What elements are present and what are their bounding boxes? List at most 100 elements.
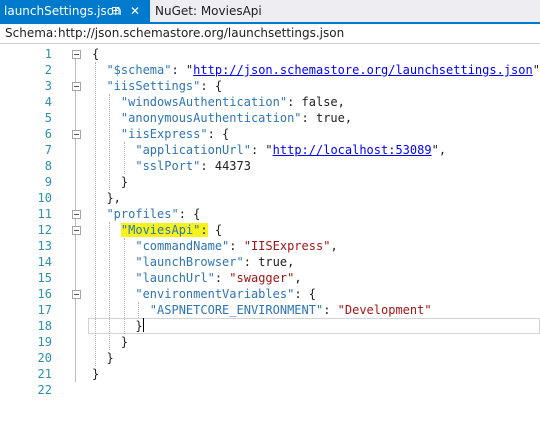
code-line[interactable]: 16 "environmentVariables": { <box>0 286 540 302</box>
tab-launch-settings[interactable]: launchSettings.json ⊟ ✕ <box>0 0 150 22</box>
code-line[interactable]: 8 "sslPort": 44373 <box>0 158 540 174</box>
collapse-icon[interactable] <box>72 130 81 139</box>
code-line[interactable]: 5 "anonymousAuthentication": true, <box>0 110 540 126</box>
code-token: : <box>200 159 215 173</box>
collapse-icon[interactable] <box>72 210 81 219</box>
line-text: "environmentVariables": { <box>92 286 316 302</box>
code-line[interactable]: 14 "launchBrowser": true, <box>0 254 540 270</box>
code-lines: 1{2 "$schema": "http://json.schemastore.… <box>0 46 540 398</box>
line-text: } <box>92 350 113 366</box>
line-number: 12 <box>37 223 52 237</box>
code-line[interactable]: 21} <box>0 366 540 382</box>
line-text: } <box>92 174 128 190</box>
line-number: 8 <box>44 159 52 173</box>
url-link[interactable]: http://json.schemastore.org/launchsettin… <box>193 63 533 77</box>
code-token: true <box>315 111 345 125</box>
close-icon[interactable]: ✕ <box>130 0 140 22</box>
collapse-icon[interactable] <box>72 226 81 235</box>
pin-icon[interactable]: ⊟ <box>111 0 120 22</box>
line-number: 19 <box>37 335 52 349</box>
line-text: { <box>92 46 99 62</box>
code-token: "iisSettings" <box>106 79 201 93</box>
code-token: : { <box>200 79 223 93</box>
line-text: } <box>92 334 128 350</box>
line-text: "sslPort": 44373 <box>92 158 251 174</box>
schema-url-input[interactable]: http://json.schemastore.org/launchsettin… <box>58 24 344 43</box>
line-number: 20 <box>37 351 52 365</box>
line-text: }, <box>92 190 120 206</box>
line-number: 9 <box>44 175 52 189</box>
code-token: "ASPNETCORE_ENVIRONMENT" <box>149 303 324 317</box>
line-number: 3 <box>44 79 52 93</box>
code-token: , <box>344 111 353 125</box>
code-token: } <box>92 319 143 333</box>
code-token: true <box>258 255 288 269</box>
url-link[interactable]: http://localhost:53089 <box>273 143 432 157</box>
code-line[interactable]: 20 } <box>0 350 540 366</box>
code-token: : { <box>294 287 316 301</box>
line-number: 7 <box>44 143 52 157</box>
code-line[interactable]: 4 "windowsAuthentication": false, <box>0 94 540 110</box>
line-text: "launchUrl": "swagger", <box>92 270 301 286</box>
code-token: , <box>330 239 338 253</box>
line-text: "commandName": "IISExpress", <box>92 238 338 254</box>
code-line[interactable]: 11 "profiles": { <box>0 206 540 222</box>
code-token: "MoviesApi" <box>120 223 201 237</box>
code-line[interactable]: 19 } <box>0 334 540 350</box>
document-tab-bar: launchSettings.json ⊟ ✕ NuGet: MoviesApi <box>0 0 540 24</box>
code-token: : <box>214 271 230 285</box>
code-line[interactable]: 1{ <box>0 46 540 62</box>
line-text: } <box>92 366 99 382</box>
line-number: 6 <box>44 127 52 141</box>
code-token: : { <box>178 207 201 221</box>
line-number: 4 <box>44 95 52 109</box>
code-line[interactable]: 12 "MoviesApi": { <box>0 222 540 238</box>
code-token: : <box>301 111 316 125</box>
line-number: 21 <box>37 367 52 381</box>
tab-nuget-label: NuGet: MoviesApi <box>155 4 262 18</box>
code-line[interactable]: 9 } <box>0 174 540 190</box>
line-text: "$schema": "http://json.schemastore.org/… <box>92 62 540 78</box>
code-token: "profiles" <box>106 207 179 221</box>
code-token: "environmentVariables" <box>135 287 295 301</box>
code-line[interactable]: 15 "launchUrl": "swagger", <box>0 270 540 286</box>
code-token: "IISExpress" <box>243 239 331 253</box>
code-line[interactable]: 10 }, <box>0 190 540 206</box>
code-token: "iisExpress" <box>120 127 208 141</box>
text-caret <box>142 318 144 332</box>
code-line[interactable]: 7 "applicationUrl": "http://localhost:53… <box>0 142 540 158</box>
line-number: 22 <box>37 383 52 397</box>
code-token: "anonymousAuthentication" <box>120 111 302 125</box>
code-line[interactable]: 13 "commandName": "IISExpress", <box>0 238 540 254</box>
code-token: "commandName" <box>135 239 230 253</box>
code-token: } <box>92 335 129 349</box>
code-line[interactable]: 22 <box>0 382 540 398</box>
code-token: false <box>301 95 338 109</box>
collapse-icon[interactable] <box>72 82 81 91</box>
code-editor[interactable]: 1{2 "$schema": "http://json.schemastore.… <box>0 44 540 427</box>
code-line[interactable]: 2 "$schema": "http://json.schemastore.or… <box>0 62 540 78</box>
code-line[interactable]: 18 } <box>0 318 540 334</box>
code-token: "launchUrl" <box>135 271 215 285</box>
code-line[interactable]: 17 "ASPNETCORE_ENVIRONMENT": "Developmen… <box>0 302 540 318</box>
line-text: "ASPNETCORE_ENVIRONMENT": "Development" <box>92 302 432 318</box>
schema-bar: Schema: http://json.schemastore.org/laun… <box>0 24 540 44</box>
code-line[interactable]: 3 "iisSettings": { <box>0 78 540 94</box>
code-token: { <box>92 47 100 61</box>
code-line[interactable]: 6 "iisExpress": { <box>0 126 540 142</box>
code-token: : <box>229 239 244 253</box>
code-token: "windowsAuthentication" <box>120 95 288 109</box>
code-token: : " <box>250 143 273 157</box>
code-token: , <box>337 95 345 109</box>
code-token: : { <box>207 127 230 141</box>
collapse-icon[interactable] <box>72 290 81 299</box>
line-text: } <box>92 318 144 334</box>
line-number: 16 <box>37 287 52 301</box>
collapse-icon[interactable] <box>72 50 81 59</box>
